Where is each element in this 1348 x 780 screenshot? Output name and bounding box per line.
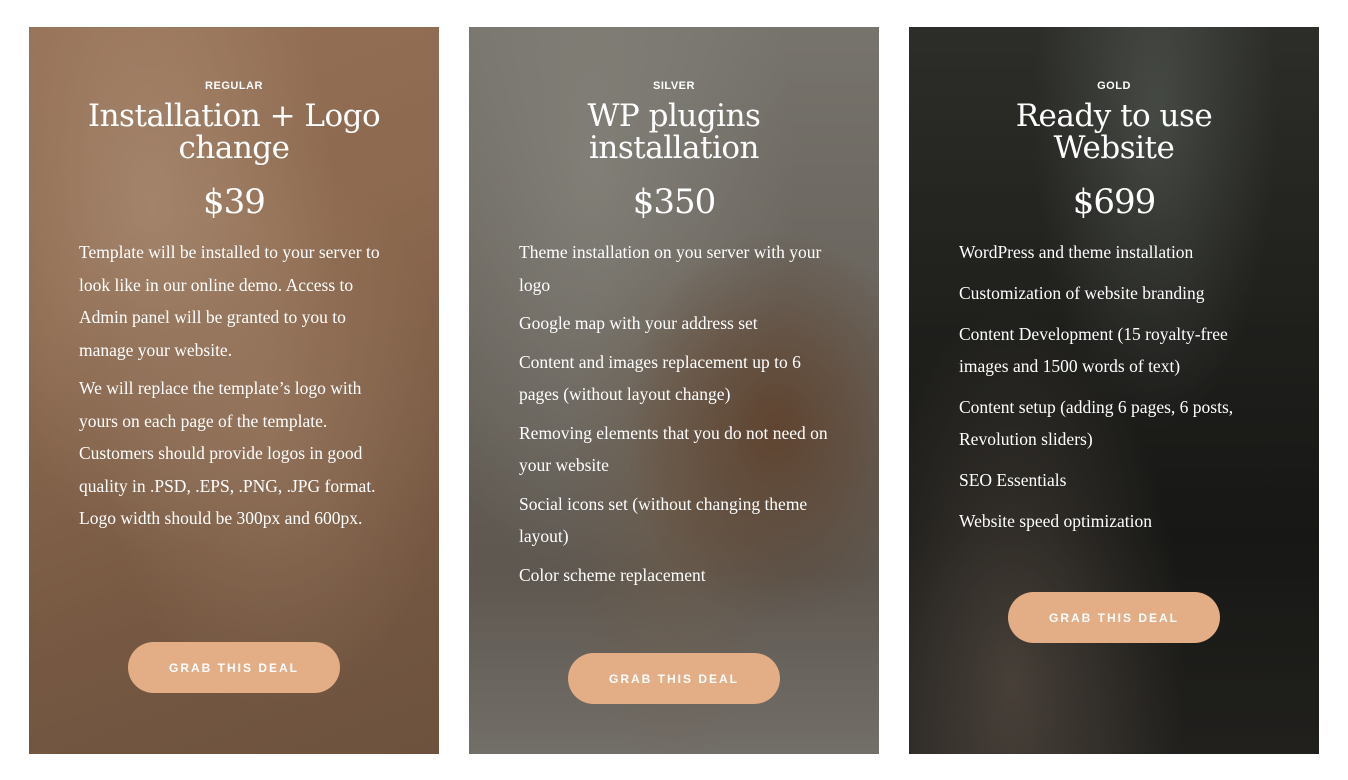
grab-deal-button-regular[interactable]: GRAB THIS DEAL	[128, 642, 340, 693]
pricing-card-gold: GOLD Ready to use Website $699 WordPress…	[909, 27, 1319, 754]
pricing-cards: REGULAR Installation + Logo change $39 T…	[0, 0, 1348, 780]
feature-item: Social icons set (without changing theme…	[519, 493, 808, 547]
pricing-card-silver: SILVER WP plugins installation $350 Them…	[469, 27, 879, 754]
pricing-card-regular: REGULAR Installation + Logo change $39 T…	[29, 27, 439, 754]
plan-tier: GOLD	[1097, 80, 1131, 92]
feature-list: WordPress and theme installation Customi…	[959, 236, 1269, 537]
feature-item: WordPress and theme installation	[959, 242, 1194, 262]
grab-deal-button-silver[interactable]: GRAB THIS DEAL	[568, 653, 780, 704]
grab-deal-button-gold[interactable]: GRAB THIS DEAL	[1008, 592, 1220, 643]
plan-tier: SILVER	[653, 80, 695, 92]
feature-item: SEO Essentials	[959, 470, 1067, 490]
plan-price: $39	[203, 182, 266, 222]
feature-item: We will replace the template’s logo with…	[79, 378, 376, 528]
plan-price: $699	[1072, 182, 1157, 222]
feature-item: Content and images replacement up to 6 p…	[519, 351, 801, 405]
feature-list: Theme installation on you server with yo…	[519, 236, 829, 591]
plan-title: Ready to use Website	[1015, 98, 1213, 166]
plan-title: Installation + Logo change	[87, 98, 381, 166]
feature-item: Website speed optimization	[959, 511, 1152, 531]
feature-item: Theme installation on you server with yo…	[519, 242, 822, 295]
feature-item: Content Development (15 royalty-free ima…	[959, 324, 1228, 376]
card-content: SILVER WP plugins installation $350 Them…	[469, 27, 879, 591]
card-content: REGULAR Installation + Logo change $39 T…	[29, 27, 439, 535]
plan-price: $350	[632, 182, 717, 222]
feature-item: Removing elements that you do not need o…	[519, 422, 828, 476]
card-content: GOLD Ready to use Website $699 WordPress…	[909, 27, 1319, 537]
feature-item: Template will be installed to your serve…	[79, 242, 380, 360]
feature-list: Template will be installed to your serve…	[79, 236, 389, 535]
plan-tier: REGULAR	[205, 80, 263, 92]
feature-item: Google map with your address set	[519, 313, 758, 333]
feature-item: Color scheme replacement	[519, 564, 706, 585]
feature-item: Content setup (adding 6 pages, 6 posts, …	[959, 397, 1234, 449]
plan-title: WP plugins installation	[587, 98, 761, 166]
feature-item: Customization of website branding	[959, 283, 1205, 303]
